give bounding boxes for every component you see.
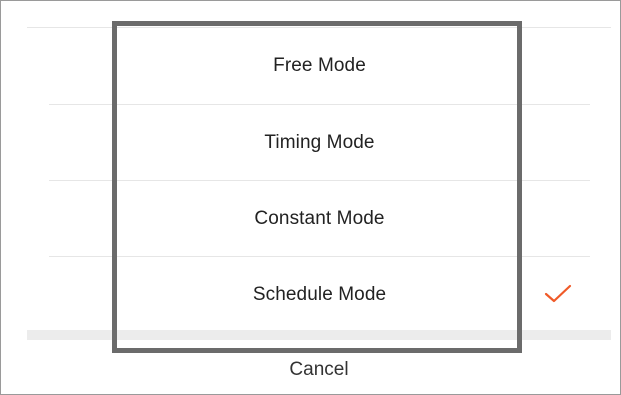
mode-picker-sheet: Free Mode Timing Mode Constant Mode Sche… xyxy=(0,0,621,395)
cancel-button[interactable]: Cancel xyxy=(27,345,611,395)
option-timing-mode-label: Timing Mode xyxy=(264,132,375,153)
option-free-mode[interactable]: Free Mode xyxy=(49,28,590,104)
option-schedule-mode-label: Schedule Mode xyxy=(252,284,387,305)
option-constant-mode-label: Constant Mode xyxy=(254,208,385,229)
checkmark-icon xyxy=(544,284,572,303)
section-separator xyxy=(27,330,611,340)
option-timing-mode[interactable]: Timing Mode xyxy=(49,105,590,181)
cancel-button-label: Cancel xyxy=(289,359,349,380)
option-constant-mode[interactable]: Constant Mode xyxy=(49,181,590,257)
option-schedule-mode[interactable]: Schedule Mode xyxy=(49,257,590,333)
option-free-mode-label: Free Mode xyxy=(273,55,366,76)
